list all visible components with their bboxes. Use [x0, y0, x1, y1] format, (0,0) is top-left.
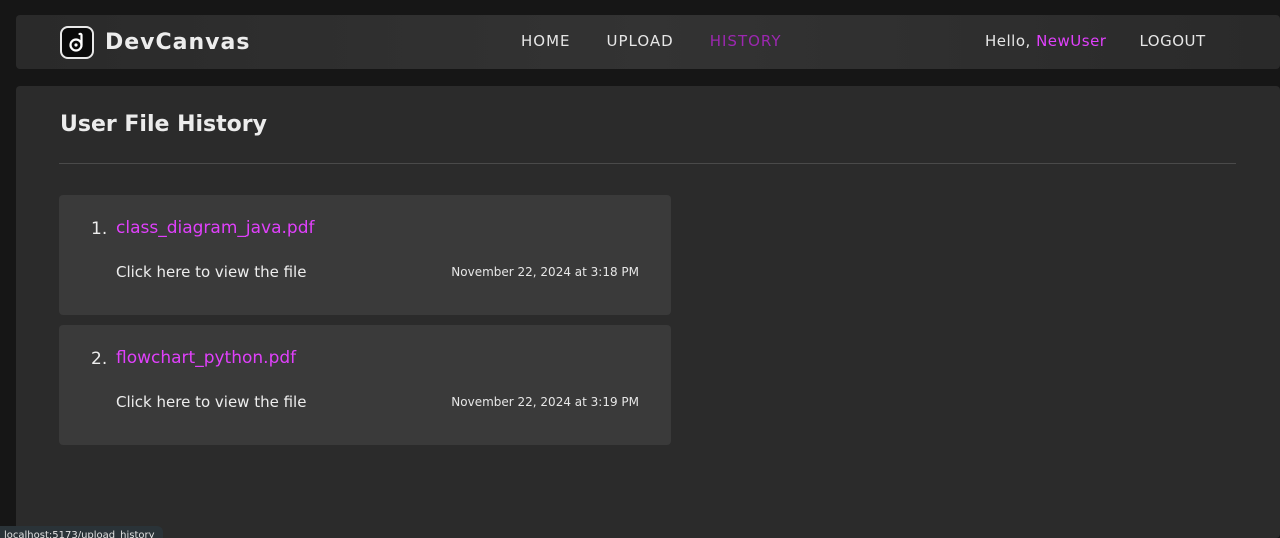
file-timestamp: November 22, 2024 at 3:18 PM [451, 265, 639, 279]
link-status-bar: localhost:5173/upload_history [0, 526, 163, 538]
file-card: 2. flowchart_python.pdf Click here to vi… [59, 325, 671, 445]
nav-home[interactable]: HOME [521, 32, 571, 50]
file-name-link[interactable]: flowchart_python.pdf [116, 348, 296, 368]
top-navbar: DevCanvas HOME UPLOAD HISTORY Hello, New… [16, 15, 1280, 69]
history-panel: User File History 1. class_diagram_java.… [16, 86, 1280, 538]
nav-upload[interactable]: UPLOAD [607, 32, 674, 50]
file-index: 1. [91, 219, 108, 239]
view-file-link[interactable]: Click here to view the file [116, 263, 306, 281]
divider [59, 163, 1236, 164]
page-title: User File History [60, 112, 267, 137]
brand-name: DevCanvas [105, 30, 251, 55]
user-area: Hello, NewUser LOGOUT [985, 32, 1206, 50]
file-index: 2. [91, 349, 108, 369]
brand[interactable]: DevCanvas [60, 26, 250, 59]
username[interactable]: NewUser [1036, 32, 1106, 50]
file-card: 1. class_diagram_java.pdf Click here to … [59, 195, 671, 315]
devcanvas-logo-icon [60, 26, 94, 59]
view-file-link[interactable]: Click here to view the file [116, 393, 306, 411]
nav-links: HOME UPLOAD HISTORY [521, 32, 782, 50]
greeting-text: Hello, [985, 32, 1037, 50]
file-name-link[interactable]: class_diagram_java.pdf [116, 218, 314, 238]
logout-button[interactable]: LOGOUT [1139, 32, 1205, 50]
nav-history[interactable]: HISTORY [710, 32, 782, 50]
file-timestamp: November 22, 2024 at 3:19 PM [451, 395, 639, 409]
